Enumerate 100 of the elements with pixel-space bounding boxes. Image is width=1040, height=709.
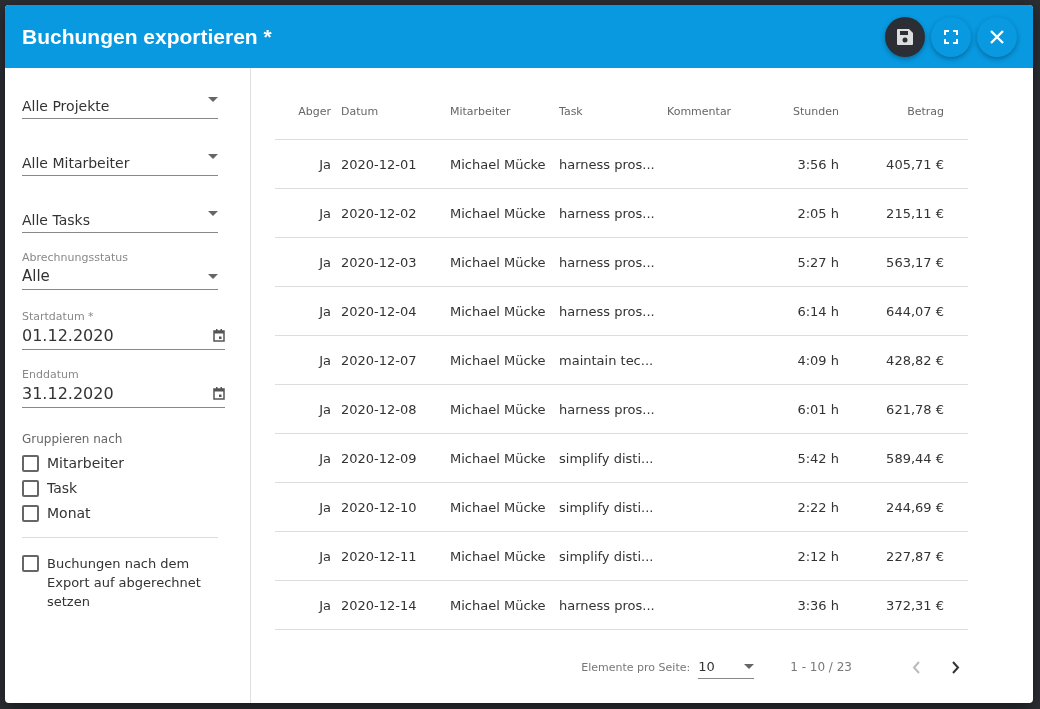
table-cell: 2020-12-10 — [331, 483, 440, 532]
table-cell: Ja — [275, 532, 331, 581]
page-size-select[interactable]: 10 — [698, 655, 755, 679]
date-value: 31.12.2020 — [22, 384, 114, 403]
table-cell: Ja — [275, 581, 331, 630]
dropdown-caret-icon — [208, 96, 218, 102]
table-cell: Michael Mücke — [440, 532, 549, 581]
checkbox-option[interactable]: Mitarbeiter — [22, 454, 224, 473]
checkbox[interactable] — [22, 555, 39, 572]
table-cell: harness pros... — [549, 189, 657, 238]
table-cell: 405,71 € — [863, 140, 968, 189]
table-cell: harness pros... — [549, 385, 657, 434]
column-header: Betrag — [863, 84, 968, 140]
table-cell: harness pros... — [549, 581, 657, 630]
table-cell: 563,17 € — [863, 238, 968, 287]
select-value: Alle Mitarbeiter — [22, 154, 130, 171]
fullscreen-button[interactable] — [931, 16, 971, 57]
table-cell: Ja — [275, 385, 331, 434]
close-icon — [990, 29, 1004, 44]
page-range: 1 - 10 / 23 — [790, 660, 852, 674]
select-value: Alle Projekte — [22, 97, 110, 114]
table-cell: Ja — [275, 287, 331, 336]
table-cell: 428,82 € — [863, 336, 968, 385]
save-button[interactable] — [885, 16, 925, 57]
dropdown-caret-icon — [744, 664, 755, 669]
chevron-right-icon — [952, 660, 960, 674]
table-cell: 4:09 h — [767, 336, 863, 385]
table-cell: Michael Mücke — [440, 287, 549, 336]
column-header: Datum — [331, 84, 440, 140]
dropdown-caret-icon — [208, 153, 218, 159]
chevron-left-icon — [912, 660, 920, 674]
table-cell: 215,11 € — [863, 189, 968, 238]
checkbox-option[interactable]: Monat — [22, 504, 224, 523]
table-cell: Michael Mücke — [440, 189, 549, 238]
page-size-label: Elemente pro Seite: — [581, 660, 691, 674]
table-cell: 3:56 h — [767, 140, 863, 189]
select-field[interactable]: Abrechnungsstatus Alle — [22, 251, 218, 290]
table-cell: Michael Mücke — [440, 336, 549, 385]
table-cell: 2020-12-01 — [331, 140, 440, 189]
table-cell: 2020-12-11 — [331, 532, 440, 581]
column-header: Kommentar — [657, 84, 767, 140]
table-cell: 3:36 h — [767, 581, 863, 630]
table-cell: 2020-12-14 — [331, 581, 440, 630]
table-cell: harness pros... — [549, 287, 657, 336]
table-cell: 644,07 € — [863, 287, 968, 336]
calendar-icon[interactable] — [213, 329, 225, 342]
table-cell: Ja — [275, 189, 331, 238]
select-field[interactable]: Alle Projekte — [22, 84, 218, 119]
checkbox[interactable] — [22, 505, 39, 522]
select-value: Alle Tasks — [22, 211, 90, 228]
table-cell: 5:27 h — [767, 238, 863, 287]
column-header: Mitarbeiter — [440, 84, 549, 140]
dropdown-caret-icon — [208, 273, 218, 279]
calendar-icon[interactable] — [213, 387, 225, 400]
field-label: Abrechnungsstatus — [22, 251, 129, 264]
close-button[interactable] — [977, 16, 1017, 57]
field-label: Startdatum * — [22, 310, 95, 323]
table-cell: 2020-12-08 — [331, 385, 440, 434]
checkbox-option[interactable]: Buchungen nach dem Export auf abgerechnet setzen — [22, 554, 224, 611]
table-cell: 6:14 h — [767, 287, 863, 336]
table-cell: Ja — [275, 434, 331, 483]
field-label: Enddatum — [22, 368, 80, 381]
table-cell: 621,78 € — [863, 385, 968, 434]
checkbox-option[interactable]: Task — [22, 479, 224, 498]
table-cell: Michael Mücke — [440, 385, 549, 434]
table-cell: 2:05 h — [767, 189, 863, 238]
date-field[interactable]: Enddatum 31.12.2020 — [22, 368, 225, 408]
fullscreen-icon — [944, 29, 958, 44]
table-cell: simplify disti... — [549, 483, 657, 532]
table-cell: 2:22 h — [767, 483, 863, 532]
table-cell: 227,87 € — [863, 532, 968, 581]
table-cell: 5:42 h — [767, 434, 863, 483]
table-cell: 2020-12-03 — [331, 238, 440, 287]
date-field[interactable]: Startdatum * 01.12.2020 — [22, 310, 225, 350]
table-cell: Ja — [275, 238, 331, 287]
select-field[interactable]: Alle Tasks — [22, 198, 218, 233]
select-value: Alle — [22, 267, 50, 285]
dialog-title: Buchungen exportieren * — [22, 24, 273, 49]
table-cell: Michael Mücke — [440, 483, 549, 532]
table-cell: maintain tec... — [549, 336, 657, 385]
table-cell: 244,69 € — [863, 483, 968, 532]
table-cell: 6:01 h — [767, 385, 863, 434]
column-header: Abger — [275, 84, 331, 140]
checkbox[interactable] — [22, 455, 39, 472]
table-cell: Ja — [275, 336, 331, 385]
table-cell: 589,44 € — [863, 434, 968, 483]
table-cell: 2020-12-04 — [331, 287, 440, 336]
date-value: 01.12.2020 — [22, 326, 114, 345]
save-icon — [896, 27, 914, 46]
table-cell: simplify disti... — [549, 434, 657, 483]
table-cell: 372,31 € — [863, 581, 968, 630]
checkbox[interactable] — [22, 480, 39, 497]
table-cell: 2020-12-07 — [331, 336, 440, 385]
column-header: Stunden — [767, 84, 863, 140]
select-field[interactable]: Alle Mitarbeiter — [22, 141, 218, 176]
table-cell: Michael Mücke — [440, 434, 549, 483]
table-cell: 2020-12-09 — [331, 434, 440, 483]
table-cell: Michael Mücke — [440, 238, 549, 287]
table-cell: Michael Mücke — [440, 581, 549, 630]
table-cell: 2020-12-02 — [331, 189, 440, 238]
